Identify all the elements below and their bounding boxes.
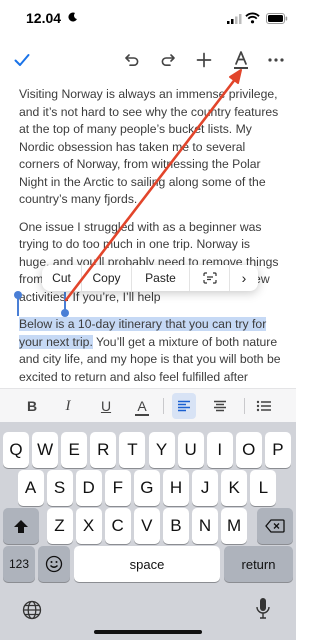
plus-icon (196, 52, 212, 68)
paste-menu-item[interactable]: Paste (132, 265, 190, 291)
text-format-icon (234, 51, 248, 69)
microphone-icon[interactable] (255, 597, 271, 621)
home-indicator (94, 630, 202, 634)
key-u[interactable]: U (177, 432, 204, 468)
key-o[interactable]: O (235, 432, 262, 468)
space-key[interactable]: space (74, 546, 220, 582)
underline-button[interactable]: U (96, 393, 116, 419)
paragraph-2: One issue I struggled with as a beginner… (19, 219, 281, 307)
key-b[interactable]: B (162, 508, 189, 544)
delete-icon (265, 519, 285, 533)
align-center-icon (214, 400, 226, 412)
insert-button[interactable] (192, 48, 216, 72)
key-w[interactable]: W (32, 432, 59, 468)
scan-text-menu-item[interactable] (190, 265, 230, 291)
checkmark-icon (14, 54, 30, 66)
text-format-button[interactable] (229, 48, 253, 72)
align-center-button[interactable] (208, 393, 232, 419)
format-divider (163, 398, 164, 414)
key-e[interactable]: E (61, 432, 88, 468)
paragraph-1: Visiting Norway is always an immense pri… (19, 87, 279, 206)
editor-toolbar (0, 40, 296, 80)
delete-key[interactable] (257, 508, 293, 544)
key-x[interactable]: X (75, 508, 102, 544)
copy-menu-item[interactable]: Copy (82, 265, 132, 291)
shift-icon (14, 519, 28, 533)
key-k[interactable]: K (221, 470, 248, 506)
key-y[interactable]: Y (148, 432, 175, 468)
key-r[interactable]: R (90, 432, 117, 468)
bullet-list-button[interactable] (252, 393, 276, 419)
app-screen: 12.04 Visiting Norway is always an immen… (0, 0, 296, 640)
selection-end-handle[interactable] (61, 292, 69, 317)
shift-key[interactable] (3, 508, 39, 544)
undo-icon (125, 54, 139, 66)
key-s[interactable]: S (46, 470, 73, 506)
key-a[interactable]: A (17, 470, 44, 506)
key-p[interactable]: P (264, 432, 291, 468)
document-body[interactable]: Visiting Norway is always an immense pri… (19, 86, 281, 414)
emoji-key[interactable] (38, 546, 70, 582)
status-time: 12.04 (26, 10, 62, 26)
undo-button[interactable] (120, 48, 144, 72)
cut-menu-item[interactable]: Cut (42, 265, 82, 291)
key-l[interactable]: L (250, 470, 277, 506)
key-i[interactable]: I (206, 432, 233, 468)
align-left-button[interactable] (172, 393, 196, 419)
battery-icon (266, 13, 288, 24)
emoji-icon (45, 555, 63, 573)
selection-start-handle[interactable] (14, 291, 22, 316)
chevron-right-icon: › (241, 270, 247, 286)
format-bar: B I U A (0, 388, 296, 422)
moon-icon (68, 12, 77, 22)
more-options-button[interactable] (264, 48, 288, 72)
wifi-icon (245, 12, 260, 24)
key-z[interactable]: Z (46, 508, 73, 544)
status-bar: 12.04 (0, 0, 296, 40)
context-menu: Cut Copy Paste › (42, 265, 258, 291)
italic-button[interactable]: I (58, 393, 78, 419)
key-c[interactable]: C (104, 508, 131, 544)
return-key[interactable]: return (224, 546, 293, 582)
redo-button[interactable] (156, 48, 180, 72)
key-f[interactable]: F (104, 470, 131, 506)
more-icon (268, 58, 284, 62)
key-g[interactable]: G (133, 470, 160, 506)
text-color-swatch (135, 414, 149, 416)
more-menu-item[interactable]: › (230, 265, 258, 291)
paragraph-2-end: , I’ll (115, 289, 135, 304)
bold-button[interactable]: B (22, 393, 42, 419)
done-button[interactable] (10, 48, 34, 72)
key-h[interactable]: H (163, 470, 189, 506)
numbers-key[interactable]: 123 (3, 546, 35, 582)
scan-text-icon (202, 272, 217, 284)
bullet-list-icon (256, 400, 271, 412)
globe-icon[interactable] (22, 600, 42, 620)
key-n[interactable]: N (192, 508, 218, 544)
key-v[interactable]: V (133, 508, 160, 544)
key-m[interactable]: M (221, 508, 248, 544)
text-color-label: A (137, 398, 147, 414)
signal-icon (227, 14, 242, 24)
format-divider-2 (244, 398, 245, 414)
paragraph-2-tail: help (137, 289, 161, 304)
key-t[interactable]: T (119, 432, 146, 468)
redo-icon (161, 54, 175, 66)
align-left-icon (178, 400, 190, 412)
text-color-button[interactable]: A (132, 393, 152, 419)
key-q[interactable]: Q (3, 432, 29, 468)
key-j[interactable]: J (192, 470, 219, 506)
key-d[interactable]: D (75, 470, 102, 506)
